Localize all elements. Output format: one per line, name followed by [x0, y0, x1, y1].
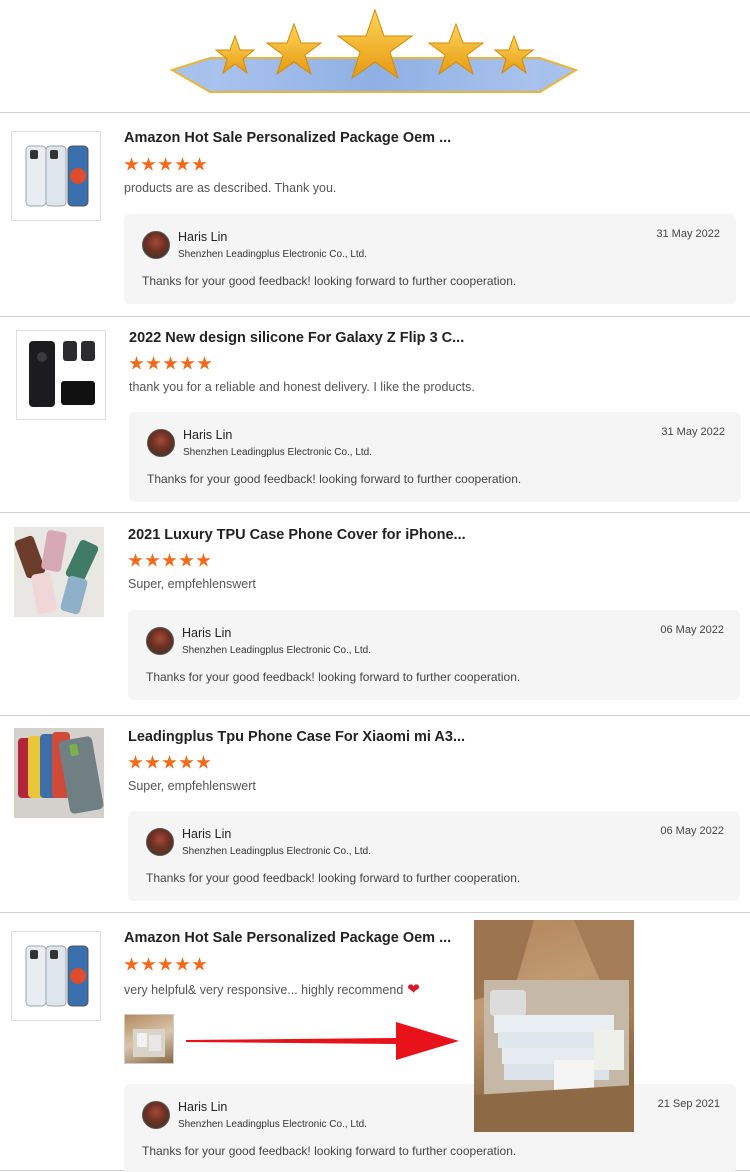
star-icon — [179, 755, 194, 769]
seller-name: Haris Lin — [182, 626, 232, 640]
star-rating — [129, 356, 212, 371]
phone-case-image-icon — [14, 527, 104, 617]
seller-reply: Haris Lin Shenzhen Leadingplus Electroni… — [128, 610, 740, 700]
avatar — [147, 429, 175, 457]
avatar — [146, 828, 174, 856]
review-card: Leadingplus Tpu Phone Case For Xiaomi mi… — [0, 715, 750, 912]
seller-reply: Haris Lin Shenzhen Leadingplus Electroni… — [124, 1084, 736, 1172]
star-rating — [128, 553, 211, 568]
review-card: Amazon Hot Sale Personalized Package Oem… — [0, 112, 750, 316]
star-icon — [162, 553, 177, 567]
reply-date: 21 Sep 2021 — [657, 1098, 720, 1110]
heart-icon: ❤ — [407, 981, 420, 998]
star-icon — [179, 553, 194, 567]
reply-text: Thanks for your good feedback! looking f… — [146, 871, 521, 885]
star-icon — [158, 157, 173, 171]
star-icon — [128, 755, 143, 769]
seller-reply: Haris Lin Shenzhen Leadingplus Electroni… — [128, 811, 740, 901]
review-comment: very helpful& very responsive... highly … — [124, 980, 420, 998]
star-rating — [124, 157, 207, 172]
star-icon — [196, 553, 211, 567]
review-card: 2022 New design silicone For Galaxy Z Fl… — [0, 316, 750, 512]
star-icon — [197, 356, 212, 370]
review-comment-text: very helpful& very responsive... highly … — [124, 983, 404, 997]
product-title[interactable]: 2021 Luxury TPU Case Phone Cover for iPh… — [128, 527, 466, 543]
avatar — [142, 1101, 170, 1129]
star-icon — [146, 356, 161, 370]
review-comment: Super, empfehlenswert — [128, 577, 256, 591]
product-title[interactable]: Amazon Hot Sale Personalized Package Oem… — [124, 130, 451, 146]
star-icon — [162, 755, 177, 769]
package-photo-icon — [474, 920, 634, 1132]
star-rating — [128, 755, 211, 770]
package-photo-icon — [133, 1029, 165, 1057]
reply-text: Thanks for your good feedback! looking f… — [146, 670, 521, 684]
avatar — [142, 231, 170, 259]
product-title[interactable]: Leadingplus Tpu Phone Case For Xiaomi mi… — [128, 729, 465, 745]
seller-name: Haris Lin — [178, 230, 228, 244]
reply-date: 31 May 2022 — [656, 228, 720, 240]
product-thumbnail[interactable] — [14, 728, 104, 818]
seller-reply: Haris Lin Shenzhen Leadingplus Electroni… — [129, 412, 741, 502]
star-icon — [158, 957, 173, 971]
product-title[interactable]: 2022 New design silicone For Galaxy Z Fl… — [129, 330, 464, 346]
star-icon — [145, 553, 160, 567]
star-icon — [141, 957, 156, 971]
seller-company: Shenzhen Leadingplus Electronic Co., Ltd… — [182, 846, 372, 857]
star-icon — [124, 157, 139, 171]
product-thumbnail[interactable] — [16, 330, 106, 420]
star-icon — [163, 356, 178, 370]
seller-company: Shenzhen Leadingplus Electronic Co., Ltd… — [183, 447, 373, 458]
product-title[interactable]: Amazon Hot Sale Personalized Package Oem… — [124, 930, 451, 946]
five-star-ribbon-icon — [170, 8, 579, 93]
reply-date: 06 May 2022 — [660, 624, 724, 636]
phone-case-image-icon — [14, 728, 104, 818]
review-photo-thumbnail[interactable] — [124, 1014, 174, 1064]
star-icon — [129, 356, 144, 370]
review-comment: thank you for a reliable and honest deli… — [129, 380, 475, 394]
star-icon — [175, 157, 190, 171]
phone-case-image-icon — [25, 945, 89, 1007]
seller-name: Haris Lin — [178, 1100, 228, 1114]
review-photo-enlarged[interactable] — [474, 920, 634, 1132]
seller-company: Shenzhen Leadingplus Electronic Co., Ltd… — [178, 1119, 368, 1130]
product-thumbnail[interactable] — [14, 527, 104, 617]
review-comment: Super, empfehlenswert — [128, 779, 256, 793]
star-icon — [180, 356, 195, 370]
reply-text: Thanks for your good feedback! looking f… — [142, 274, 517, 288]
seller-company: Shenzhen Leadingplus Electronic Co., Ltd… — [178, 249, 368, 260]
seller-name: Haris Lin — [182, 827, 232, 841]
product-thumbnail[interactable] — [11, 931, 101, 1021]
reply-text: Thanks for your good feedback! looking f… — [147, 472, 522, 486]
seller-company: Shenzhen Leadingplus Electronic Co., Ltd… — [182, 645, 372, 656]
review-card: 2021 Luxury TPU Case Phone Cover for iPh… — [0, 512, 750, 715]
seller-name: Haris Lin — [183, 428, 233, 442]
star-icon — [128, 553, 143, 567]
reply-date: 31 May 2022 — [661, 426, 725, 438]
star-icon — [196, 755, 211, 769]
star-rating — [124, 957, 207, 972]
avatar — [146, 627, 174, 655]
review-comment: products are as described. Thank you. — [124, 181, 337, 195]
star-icon — [124, 957, 139, 971]
product-thumbnail[interactable] — [11, 131, 101, 221]
seller-reply: Haris Lin Shenzhen Leadingplus Electroni… — [124, 214, 736, 304]
star-icon — [192, 957, 207, 971]
phone-case-image-icon — [29, 341, 95, 407]
reply-date: 06 May 2022 — [660, 825, 724, 837]
star-icon — [192, 157, 207, 171]
star-icon — [141, 157, 156, 171]
header-banner — [0, 0, 750, 112]
star-icon — [145, 755, 160, 769]
phone-case-image-icon — [25, 145, 89, 207]
star-icon — [175, 957, 190, 971]
reply-text: Thanks for your good feedback! looking f… — [142, 1144, 517, 1158]
arrow-right-icon — [186, 1022, 459, 1060]
